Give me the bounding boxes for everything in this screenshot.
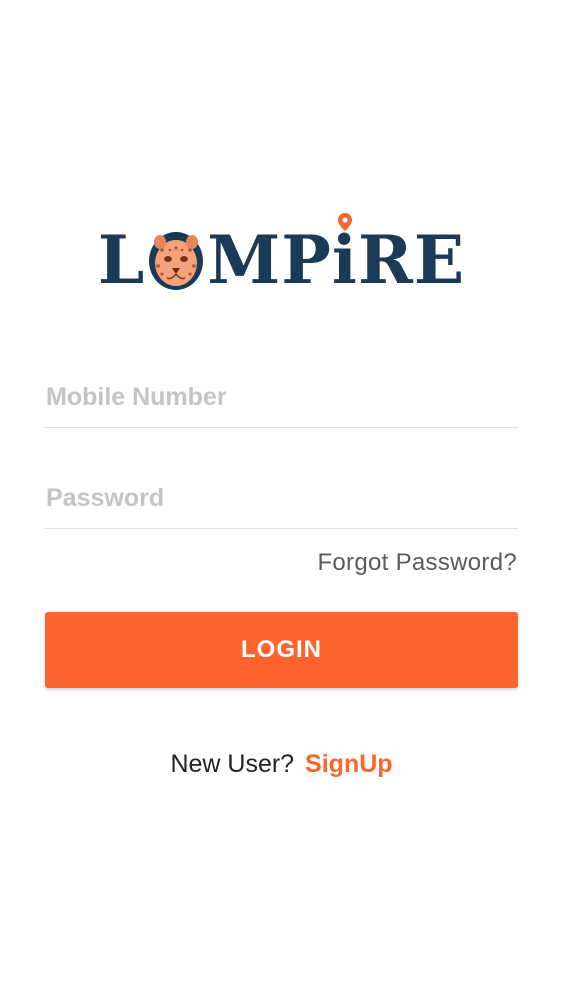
- password-input[interactable]: [45, 468, 519, 528]
- logo-letter-i: i: [331, 213, 358, 299]
- logo-letters-mp: MP: [207, 221, 332, 299]
- mobile-number-field: [45, 367, 519, 428]
- mobile-number-input[interactable]: [45, 367, 519, 427]
- signup-link[interactable]: SignUp: [305, 750, 393, 778]
- logo-letter-l: L: [97, 221, 146, 299]
- logo-wordmark: L MP i RE: [97, 213, 466, 299]
- new-user-prompt: New User?: [170, 750, 295, 778]
- logo-letters-re: RE: [358, 221, 466, 299]
- signup-row: New User? SignUp: [0, 750, 563, 779]
- logo-letter-i-text: i: [331, 221, 358, 299]
- login-screen: L MP i RE Mobile Number Forgot Password?…: [0, 0, 563, 1000]
- login-button[interactable]: LOGIN: [45, 612, 518, 688]
- forgot-password-link[interactable]: Forgot Password?: [317, 549, 517, 577]
- location-pin-icon: [337, 213, 352, 231]
- leopard-face-icon: [146, 228, 206, 292]
- password-field: [45, 468, 519, 529]
- lompire-logo: L MP i RE: [0, 213, 563, 302]
